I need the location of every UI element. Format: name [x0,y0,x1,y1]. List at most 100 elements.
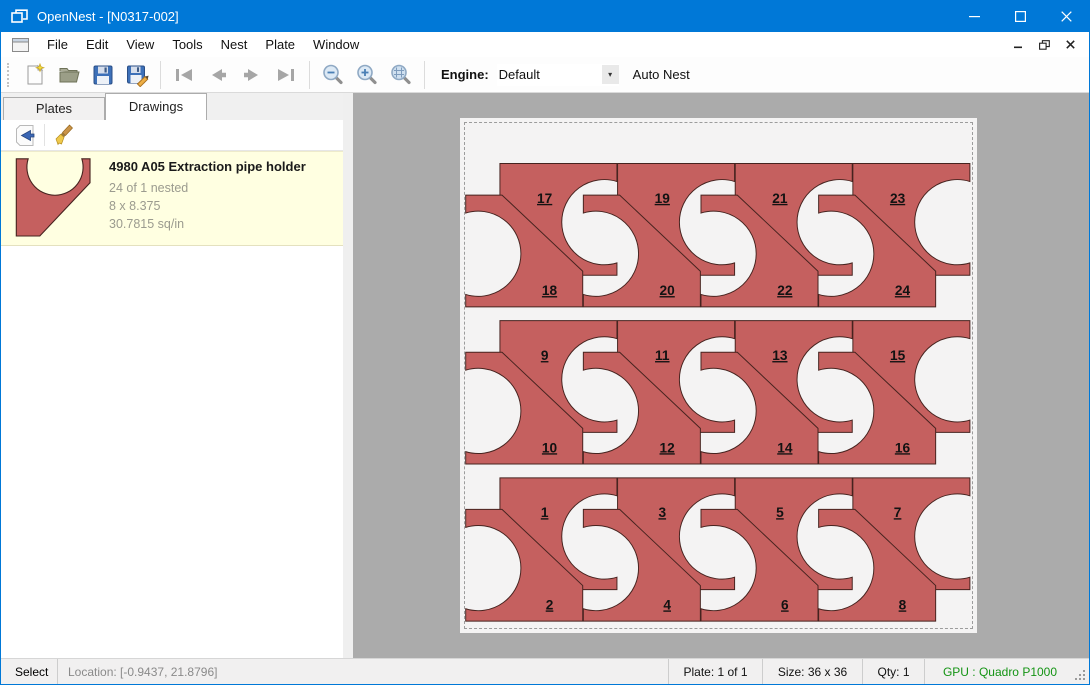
part-number-label: 1 [541,505,549,520]
part-number-label: 2 [546,597,554,612]
engine-label: Engine: [441,67,489,82]
nest-pair: 56 [701,478,852,621]
engine-dropdown[interactable]: Default ▾ [497,64,619,86]
part-number-label: 20 [660,283,676,298]
mdi-close-button[interactable] [1057,34,1083,56]
menu-bar: FileEditViewToolsNestPlateWindow [1,32,1089,57]
part-number-label: 23 [890,191,906,206]
menu-window[interactable]: Window [304,34,368,55]
mdi-minimize-button[interactable] [1005,34,1031,56]
zoom-extents-button[interactable] [384,60,418,90]
app-window: OpenNest - [N0317-002] FileEditViewTools… [0,0,1090,685]
status-location: Location: [-0.9437, 21.8796] [58,659,669,684]
drawing-dimensions: 8 x 8.375 [109,197,306,215]
nest-canvas[interactable]: 171819202122232491011121314151612345678 [353,93,1089,658]
menu-view[interactable]: View [117,34,163,55]
auto-nest-button[interactable]: Auto Nest [625,63,698,86]
part-thumbnail [13,157,97,239]
mdi-restore-button[interactable] [1031,34,1057,56]
zoom-in-button[interactable] [350,60,384,90]
drawing-nested-count: 24 of 1 nested [109,179,306,197]
panel-toolbar [1,120,343,151]
tab-drawings[interactable]: Drawings [105,93,207,120]
part-number-label: 15 [890,348,906,363]
status-qty: Qty: 1 [863,659,925,684]
menu-nest[interactable]: Nest [212,34,257,55]
next-plate-button[interactable] [235,60,269,90]
part-number-label: 21 [772,191,788,206]
nest-pair: 1718 [466,164,617,307]
nest-pair: 23 24 [819,164,970,307]
open-button[interactable] [52,60,86,90]
import-drawing-button[interactable] [9,122,39,149]
drawing-area: 30.7815 sq/in [109,215,306,233]
left-panel: PlatesDrawings 4980 A05 Extraction pipe … [1,93,353,658]
part-number-label: 9 [541,348,549,363]
nest-pair: 21 22 [701,164,852,307]
part-number-label: 18 [542,283,558,298]
part-number-label: 14 [777,440,793,455]
last-plate-button[interactable] [269,60,303,90]
part-number-label: 17 [537,191,553,206]
status-gpu: GPU : Quadro P1000 [925,659,1075,684]
toolbar-separator [309,61,310,89]
nest-pair: 9 10 [466,321,617,464]
tab-plates[interactable]: Plates [3,97,105,120]
status-plate: Plate: 1 of 1 [669,659,763,684]
drawing-list-empty-space [1,246,343,658]
chevron-down-icon[interactable]: ▾ [602,65,619,84]
toolbar-separator [424,61,425,89]
drawing-meta: 4980 A05 Extraction pipe holder 24 of 1 … [109,157,306,239]
nest-pair: 34 [583,478,734,621]
status-mode: Select [1,659,58,684]
save-button[interactable] [86,60,120,90]
menu-tools[interactable]: Tools [163,34,211,55]
part-number-label: 22 [777,283,793,298]
part-number-label: 16 [895,440,911,455]
zoom-out-button[interactable] [316,60,350,90]
resize-grip[interactable] [1075,659,1089,684]
nest-pair: 13 14 [701,321,852,464]
part-number-label: 13 [772,348,788,363]
nest-pair: 78 [819,478,970,621]
mdi-child-icon[interactable] [12,38,29,52]
menu-edit[interactable]: Edit [77,34,117,55]
first-plate-button[interactable] [167,60,201,90]
minimize-button[interactable] [951,1,997,32]
window-title: OpenNest - [N0317-002] [37,9,951,24]
status-bar: Select Location: [-0.9437, 21.8796] Plat… [1,658,1089,684]
title-bar: OpenNest - [N0317-002] [1,1,1089,32]
engine-value: Default [497,67,602,82]
toolbar: Engine: Default ▾ Auto Nest [1,57,1089,93]
drawing-list-item[interactable]: 4980 A05 Extraction pipe holder 24 of 1 … [1,151,343,246]
part-number-label: 3 [658,505,666,520]
maximize-button[interactable] [997,1,1043,32]
part-number-label: 10 [542,440,558,455]
panel-tabs: PlatesDrawings [1,93,343,120]
nest-pair: 12 [466,478,617,621]
part-number-label: 8 [899,597,907,612]
part-number-label: 12 [660,440,676,455]
app-icon [11,9,29,25]
nest-pair: 1516 [819,321,970,464]
part-number-label: 24 [895,283,911,298]
part-number-label: 7 [894,505,902,520]
menu-plate[interactable]: Plate [256,34,304,55]
toolbar-grip[interactable] [7,63,12,87]
nest-pair: 1112 [583,321,734,464]
part-number-label: 5 [776,505,784,520]
main-area: PlatesDrawings 4980 A05 Extraction pipe … [1,93,1089,658]
previous-plate-button[interactable] [201,60,235,90]
panel-toolbar-separator [44,124,45,146]
status-size: Size: 36 x 36 [763,659,863,684]
menu-file[interactable]: File [38,34,77,55]
clean-button[interactable] [50,122,80,149]
nest-pair: 1920 [583,164,734,307]
close-button[interactable] [1043,1,1089,32]
part-number-label: 6 [781,597,789,612]
new-button[interactable] [18,60,52,90]
menu-items: FileEditViewToolsNestPlateWindow [38,37,368,52]
toolbar-separator [160,61,161,89]
save-as-button[interactable] [120,60,154,90]
part-number-label: 4 [663,597,671,612]
